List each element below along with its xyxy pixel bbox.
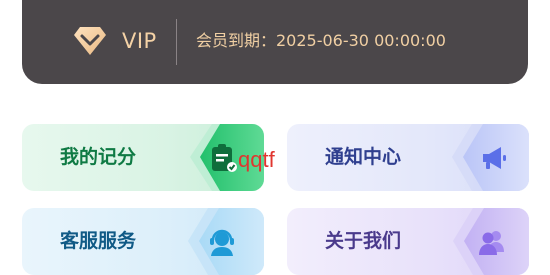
notification-center-tile[interactable]: 通知中心 <box>287 124 529 191</box>
tile-label: 关于我们 <box>325 230 402 252</box>
tile-label: 客服服务 <box>60 230 137 252</box>
megaphone-icon <box>483 147 506 169</box>
customer-service-icon <box>210 229 234 256</box>
vip-divider <box>176 19 177 65</box>
my-scores-tile[interactable]: 我的记分 <box>22 124 264 191</box>
vip-expire-text: 会员到期：2025-06-30 00:00:00 <box>196 31 446 50</box>
vip-card[interactable]: VIP 会员到期：2025-06-30 00:00:00 <box>22 0 528 84</box>
about-us-tile[interactable]: 关于我们 <box>287 208 529 275</box>
vip-label: VIP <box>122 29 157 53</box>
clipboard-check-icon <box>212 144 237 172</box>
tile-label: 我的记分 <box>60 146 137 168</box>
diamond-shield-icon <box>74 27 106 55</box>
tile-label: 通知中心 <box>325 146 402 168</box>
users-icon <box>479 231 504 255</box>
customer-service-tile[interactable]: 客服服务 <box>22 208 264 275</box>
watermark-text: qqtf <box>238 147 275 172</box>
